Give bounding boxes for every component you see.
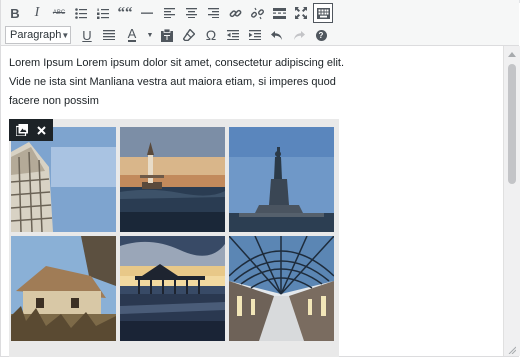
scroll-up-arrow-icon[interactable] — [508, 52, 516, 57]
justify-icon — [103, 30, 115, 40]
resize-handle-icon[interactable] — [508, 346, 516, 354]
gallery-image-sunset-lighthouse[interactable] — [120, 127, 225, 232]
editor-scrollbar[interactable] — [503, 46, 520, 356]
fullscreen-button[interactable] — [291, 3, 311, 23]
editor: B I ABC ““ Paragraph ▼ U A ▼ Ω ? Lorem I… — [0, 0, 520, 357]
bulleted-list-button[interactable] — [71, 3, 91, 23]
help-button[interactable]: ? — [311, 25, 331, 45]
paragraph-line: Vide ne ista sint Manliana vestra aut ma… — [9, 76, 336, 88]
clear-formatting-button[interactable] — [179, 25, 199, 45]
paste-as-text-button[interactable] — [157, 25, 177, 45]
bold-icon: B — [10, 5, 20, 21]
gallery-image-statue-of-liberty[interactable] — [229, 127, 334, 232]
align-center-button[interactable] — [181, 3, 201, 23]
caret-down-icon: ▼ — [146, 31, 154, 39]
indent-button[interactable] — [245, 25, 265, 45]
text-color-button[interactable]: A — [121, 25, 143, 45]
chevron-down-icon: ▼ — [61, 30, 70, 40]
undo-button[interactable] — [267, 25, 287, 45]
align-right-button[interactable] — [203, 3, 223, 23]
edit-gallery-button[interactable] — [15, 124, 28, 136]
horizontal-line-icon — [141, 12, 153, 14]
gallery-image-glass-arcade[interactable] — [229, 236, 334, 341]
read-more-icon — [272, 7, 286, 19]
insert-link-button[interactable] — [225, 3, 245, 23]
content-paragraph: Lorem Ipsum Lorem ipsum dolor sit amet, … — [9, 54, 349, 111]
edit-gallery-icon — [15, 124, 28, 136]
read-more-button[interactable] — [269, 3, 289, 23]
redo-button[interactable] — [289, 25, 309, 45]
gallery-image-pier-sunset[interactable] — [120, 236, 225, 341]
underline-button[interactable]: U — [77, 25, 97, 45]
strikethrough-icon: ABC — [52, 10, 66, 16]
special-character-button[interactable]: Ω — [201, 25, 221, 45]
toolbar-row-2: Paragraph ▼ U A ▼ Ω ? — [5, 24, 333, 46]
omega-icon: Ω — [205, 27, 217, 43]
strikethrough-button[interactable]: ABC — [49, 3, 69, 23]
text-color-dropdown[interactable]: ▼ — [145, 25, 155, 45]
paragraph-line: Lorem Ipsum Lorem ipsum dolor sit amet, … — [9, 57, 345, 69]
link-icon — [229, 9, 241, 17]
format-select[interactable]: Paragraph ▼ — [5, 26, 71, 44]
redo-icon — [294, 30, 305, 40]
toolbar-toggle-button[interactable] — [313, 3, 333, 23]
align-left-button[interactable] — [159, 3, 179, 23]
unlink-icon — [250, 7, 264, 19]
indent-icon — [249, 30, 261, 40]
editor-content[interactable]: Lorem Ipsum Lorem ipsum dolor sit amet, … — [1, 46, 503, 357]
align-right-icon — [207, 8, 219, 18]
eraser-icon — [183, 29, 195, 41]
align-center-icon — [185, 8, 197, 18]
horizontal-line-button[interactable] — [137, 3, 157, 23]
blockquote-button[interactable]: ““ — [115, 3, 135, 23]
align-left-icon — [163, 8, 175, 18]
paragraph-line: facere non possim — [9, 95, 99, 107]
outdent-button[interactable] — [223, 25, 243, 45]
bold-button[interactable]: B — [5, 3, 25, 23]
format-select-value: Paragraph — [10, 29, 62, 41]
keyboard-icon — [316, 7, 330, 19]
undo-icon — [271, 30, 282, 40]
help-icon: ? — [315, 29, 327, 41]
italic-icon: I — [34, 5, 40, 20]
justify-button[interactable] — [99, 25, 119, 45]
italic-button[interactable]: I — [27, 3, 47, 23]
fullscreen-icon — [295, 7, 307, 19]
editor-toolbar: B I ABC ““ Paragraph ▼ U A ▼ Ω ? — [1, 0, 519, 46]
gallery-block[interactable] — [9, 119, 339, 357]
gallery-toolbar — [9, 119, 53, 141]
close-icon — [37, 125, 46, 135]
gallery-image-thatched-cottage[interactable] — [11, 236, 116, 341]
outdent-icon — [227, 30, 239, 40]
numbered-list-icon — [97, 8, 109, 19]
bulleted-list-icon — [75, 7, 87, 19]
numbered-list-button[interactable] — [93, 3, 113, 23]
gallery-image-leaning-tower[interactable] — [11, 127, 116, 232]
clipboard-icon — [161, 28, 173, 42]
scrollbar-thumb[interactable] — [508, 64, 516, 184]
remove-gallery-button[interactable] — [37, 125, 46, 135]
toolbar-row-1: B I ABC ““ — [5, 2, 335, 24]
blockquote-icon: ““ — [117, 4, 133, 21]
remove-link-button[interactable] — [247, 3, 267, 23]
underline-icon: U — [82, 27, 92, 43]
text-color-icon: A — [127, 26, 137, 42]
